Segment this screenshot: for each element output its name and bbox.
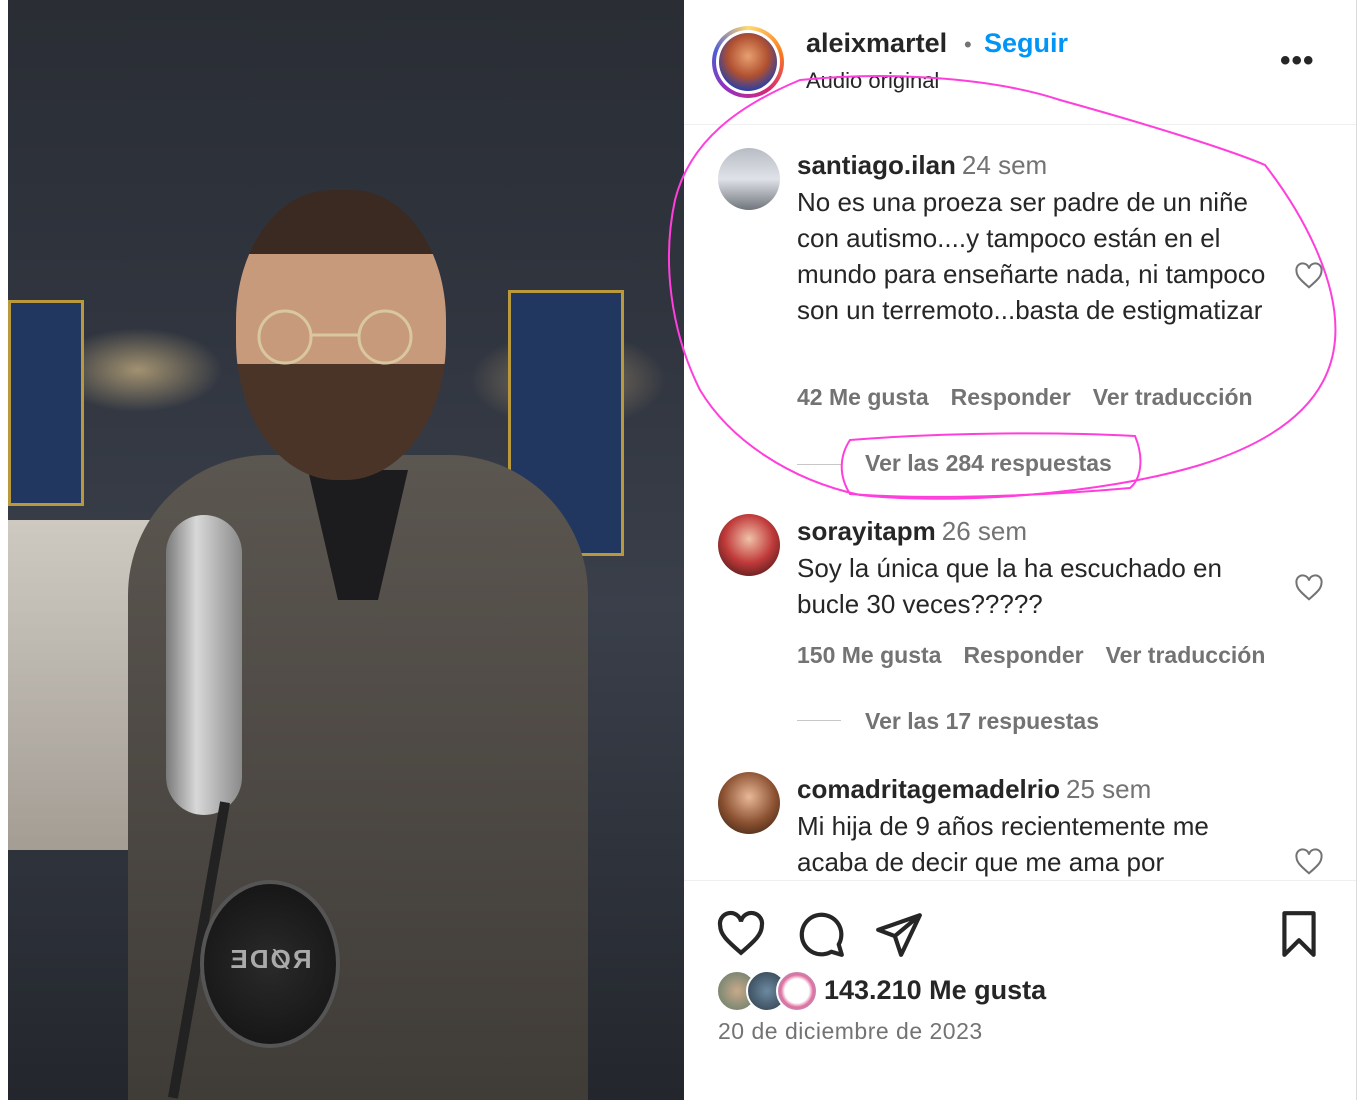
share-icon[interactable]	[874, 909, 924, 959]
view-replies-button[interactable]: Ver las 284 respuestas	[865, 450, 1112, 477]
view-replies-button[interactable]: Ver las 17 respuestas	[865, 708, 1099, 735]
reply-button[interactable]: Responder	[951, 384, 1071, 410]
heart-icon[interactable]	[1294, 848, 1324, 876]
heart-icon[interactable]	[1294, 574, 1324, 602]
post-header: aleixmartel • Seguir Audio original •••	[684, 0, 1356, 125]
post-date[interactable]: 20 de diciembre de 2023	[718, 1018, 983, 1045]
singer-glasses	[257, 309, 413, 365]
studio-microphone	[166, 515, 242, 815]
comment-username[interactable]: santiago.ilan	[797, 150, 956, 180]
avatar-photo	[719, 33, 777, 91]
comment-likes[interactable]: 42 Me gusta	[797, 384, 929, 410]
comment-header: sorayitapm 26 sem	[797, 516, 1027, 547]
commenter-avatar[interactable]	[718, 148, 780, 210]
replies-divider	[797, 720, 841, 721]
follow-button[interactable]: Seguir	[984, 28, 1068, 59]
comment-header: santiago.ilan 24 sem	[797, 150, 1047, 181]
comment-time[interactable]: 24 sem	[962, 150, 1047, 180]
owner-avatar[interactable]	[712, 26, 784, 98]
comment-text: No es una proeza ser padre de un niñe co…	[797, 187, 1266, 325]
comment-time[interactable]: 25 sem	[1066, 774, 1151, 804]
comment-text: Mi hija de 9 años recientemente me acaba…	[797, 811, 1209, 877]
owner-username[interactable]: aleixmartel	[806, 28, 947, 59]
mic-brand-label: RØDE	[228, 944, 312, 974]
comment-actions: 42 Me gusta Responder Ver traducción	[797, 384, 1275, 411]
avatar	[776, 970, 818, 1012]
translate-button[interactable]: Ver traducción	[1093, 384, 1253, 410]
comment-username[interactable]: sorayitapm	[797, 516, 936, 546]
post-panel: aleixmartel • Seguir Audio original ••• …	[684, 0, 1357, 1100]
comment-icon[interactable]	[796, 909, 846, 959]
pop-filter: RØDE	[200, 880, 340, 1048]
audio-link[interactable]: Audio original	[806, 68, 939, 94]
comment-time[interactable]: 26 sem	[942, 516, 1027, 546]
commenter-avatar[interactable]	[718, 514, 780, 576]
comment-actions: 150 Me gusta Responder Ver traducción	[797, 642, 1287, 669]
translate-button[interactable]: Ver traducción	[1106, 642, 1266, 668]
heart-icon[interactable]	[716, 909, 766, 959]
post-video[interactable]: RØDE	[8, 0, 684, 1100]
replies-divider	[797, 464, 841, 465]
comment-text: Soy la única que la ha escuchado en bucl…	[797, 553, 1222, 619]
comment-header: comadritagemadelrio 25 sem	[797, 774, 1151, 805]
comment-username[interactable]: comadritagemadelrio	[797, 774, 1060, 804]
reply-button[interactable]: Responder	[963, 642, 1083, 668]
comments-list[interactable]: santiago.ilan 24 sem No es una proeza ser…	[684, 124, 1356, 880]
comment-likes[interactable]: 150 Me gusta	[797, 642, 941, 668]
likes-count[interactable]: 143.210 Me gusta	[824, 975, 1046, 1006]
heraldic-banner-left	[8, 300, 84, 506]
separator-dot: •	[964, 32, 972, 57]
heart-icon[interactable]	[1294, 262, 1324, 290]
bookmark-icon[interactable]	[1274, 909, 1324, 959]
more-options-icon[interactable]: •••	[1280, 44, 1315, 78]
commenter-avatar[interactable]	[718, 772, 780, 834]
